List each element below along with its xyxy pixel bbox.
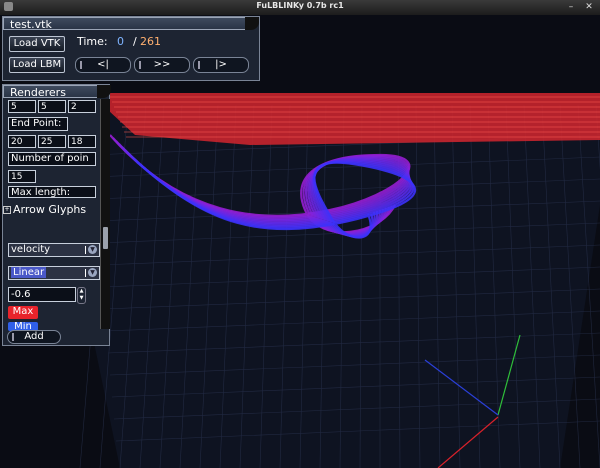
interpolation-select-value: Linear (11, 267, 47, 278)
num-points-label: Number of poin (8, 152, 96, 166)
button-grip-icon (139, 61, 141, 69)
select-separator (85, 246, 86, 254)
value-input[interactable]: -0.6 (8, 287, 76, 302)
chevron-down-icon: ▼ (88, 245, 97, 254)
end-point-y[interactable]: 25 (38, 135, 66, 148)
window-title: FuLBLINKy 0.7b rc1 (256, 1, 344, 10)
end-point-label: End Point: (8, 117, 68, 131)
max-length-label: Max length: (8, 186, 96, 198)
end-point-x[interactable]: 20 (8, 135, 36, 148)
arrow-glyphs-item[interactable]: Arrow Glyphs (13, 203, 86, 216)
interpolation-select[interactable]: Linear ▼ (8, 266, 100, 280)
nav-last-button[interactable]: |> (193, 57, 249, 73)
max-color-button[interactable]: Max (8, 306, 38, 319)
field-select[interactable]: velocity ▼ (8, 243, 100, 257)
add-renderer-label: Add (24, 331, 44, 342)
panel-collapse-handle[interactable] (245, 17, 259, 30)
scrollbar-thumb[interactable] (103, 227, 108, 249)
select-separator (85, 269, 86, 277)
start-point-z[interactable]: 2 (68, 100, 96, 113)
expand-icon[interactable]: + (3, 203, 13, 214)
value-spinner[interactable]: ▲ ▼ (77, 287, 86, 304)
renderers-title: Renderers (3, 85, 99, 99)
time-label: Time: (77, 35, 108, 48)
panel-collapse-handle[interactable] (97, 85, 111, 98)
button-grip-icon (198, 61, 200, 69)
button-grip-icon (12, 333, 14, 341)
time-total: 261 (140, 35, 161, 48)
nav-first-label: <| (97, 59, 109, 70)
expand-glyph: + (3, 206, 11, 214)
nav-first-button[interactable]: <| (75, 57, 131, 73)
time-separator: / (133, 35, 137, 48)
file-panel-title: test.vtk (3, 17, 246, 31)
window-titlebar: FuLBLINKy 0.7b rc1 – ✕ (0, 0, 600, 16)
time-current[interactable]: 0 (117, 35, 124, 48)
renderers-scrollbar[interactable] (100, 99, 110, 329)
field-select-value: velocity (11, 244, 51, 255)
add-renderer-button[interactable]: Add (7, 330, 61, 344)
button-grip-icon (80, 61, 82, 69)
file-panel: test.vtk Load VTK Load LBM Time: 0 / 261… (2, 16, 260, 81)
close-button[interactable]: ✕ (584, 2, 594, 12)
nav-last-label: |> (215, 59, 227, 70)
end-point-z[interactable]: 18 (68, 135, 96, 148)
chevron-down-icon: ▼ (88, 268, 97, 277)
start-point-y[interactable]: 5 (38, 100, 66, 113)
load-vtk-button[interactable]: Load VTK (9, 36, 65, 52)
num-points-input[interactable]: 15 (8, 170, 36, 183)
minimize-button[interactable]: – (566, 2, 576, 12)
start-point-x[interactable]: 5 (8, 100, 36, 113)
nav-play-label: >> (153, 59, 171, 70)
load-lbm-button[interactable]: Load LBM (9, 57, 65, 73)
nav-play-button[interactable]: >> (134, 57, 190, 73)
renderers-panel: Renderers 5 5 2 End Point: 20 25 18 Numb… (2, 84, 111, 346)
